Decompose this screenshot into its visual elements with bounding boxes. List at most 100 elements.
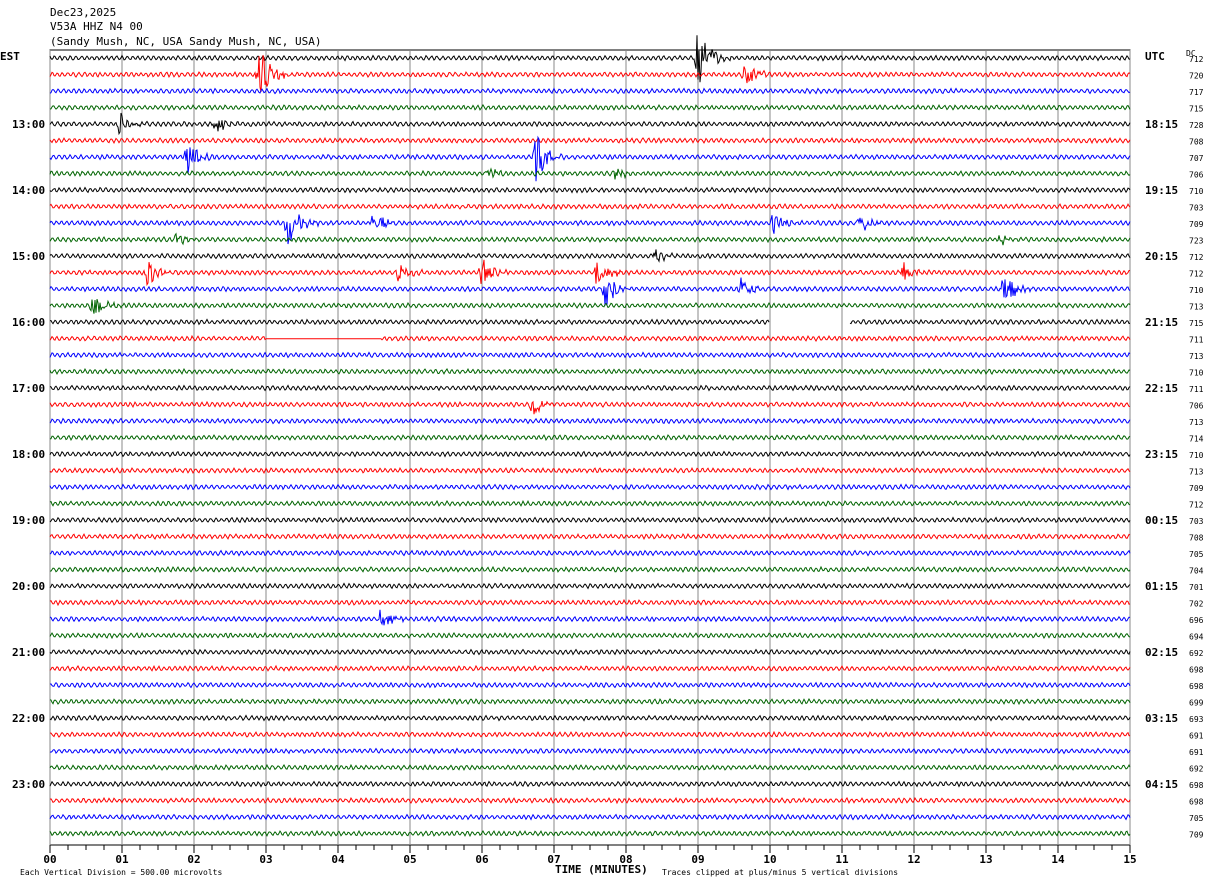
dc-offset-label: 712 bbox=[1189, 501, 1204, 510]
dc-offset-label: 715 bbox=[1189, 105, 1204, 114]
dc-offset-label: 703 bbox=[1189, 517, 1204, 526]
trace-9 bbox=[49, 202, 1131, 211]
trace-8 bbox=[49, 186, 1131, 194]
dc-offset-label: 728 bbox=[1189, 121, 1204, 130]
trace-22 bbox=[49, 417, 1131, 425]
trace-31 bbox=[49, 565, 1131, 574]
trace-5 bbox=[49, 137, 1131, 145]
right-hour-label: 04:15 bbox=[1145, 778, 1178, 791]
x-tick-label: 03 bbox=[259, 853, 272, 866]
x-tick-label: 04 bbox=[331, 853, 345, 866]
trace-28 bbox=[49, 516, 1131, 524]
left-hour-label: 14:00 bbox=[12, 184, 45, 197]
trace-29 bbox=[49, 532, 1131, 541]
x-tick-label: 02 bbox=[187, 853, 200, 866]
trace-39 bbox=[49, 697, 1131, 706]
trace-38 bbox=[49, 681, 1131, 689]
dc-offset-label: 704 bbox=[1189, 567, 1204, 576]
dc-offset-label: 692 bbox=[1189, 649, 1204, 658]
dc-offset-label: 706 bbox=[1189, 171, 1204, 180]
trace-18 bbox=[49, 351, 1131, 359]
trace-33 bbox=[49, 598, 1131, 607]
dc-offset-label: 692 bbox=[1189, 765, 1204, 774]
dc-offset-label: 710 bbox=[1189, 369, 1204, 378]
station-label: V53A HHZ N4 00 bbox=[50, 20, 143, 33]
dc-offset-label: 694 bbox=[1189, 633, 1204, 642]
x-tick-label: 06 bbox=[475, 853, 489, 866]
location-label: (Sandy Mush, NC, USA Sandy Mush, NC, USA… bbox=[50, 35, 322, 48]
trace-20 bbox=[49, 384, 1131, 392]
left-hour-label: 22:00 bbox=[12, 712, 45, 725]
x-tick-label: 12 bbox=[907, 853, 920, 866]
dc-offset-label: 698 bbox=[1189, 798, 1204, 807]
dc-offset-label: 714 bbox=[1189, 435, 1204, 444]
dc-offset-label: 699 bbox=[1189, 699, 1204, 708]
trace-45 bbox=[49, 796, 1131, 805]
trace-27 bbox=[49, 499, 1131, 508]
dc-offset-label: 723 bbox=[1189, 237, 1204, 246]
right-hour-label: 19:15 bbox=[1145, 184, 1178, 197]
right-hour-label: 18:15 bbox=[1145, 118, 1178, 131]
labels: 00 01 02 03 04 05 06 07 08 09 10 11 12 13 14 1571272071… bbox=[12, 55, 1204, 866]
trace-19 bbox=[49, 367, 1131, 375]
dc-offset-label: 691 bbox=[1189, 748, 1204, 757]
dc-offset-label: 705 bbox=[1189, 814, 1204, 823]
trace-7 bbox=[49, 167, 1131, 180]
trace-4 bbox=[49, 112, 1131, 136]
dc-offset-label: 712 bbox=[1189, 270, 1204, 279]
trace-26 bbox=[49, 483, 1131, 491]
right-hour-label: 22:15 bbox=[1145, 382, 1178, 395]
x-tick-label: 05 bbox=[403, 853, 416, 866]
left-hour-label: 18:00 bbox=[12, 448, 45, 461]
trace-12 bbox=[49, 249, 1131, 263]
trace-15 bbox=[49, 298, 1131, 314]
dc-offset-label: 710 bbox=[1189, 451, 1204, 460]
x-axis-label: TIME (MINUTES) bbox=[555, 863, 648, 876]
dc-offset-label: 701 bbox=[1189, 583, 1204, 592]
trace-34 bbox=[49, 609, 1131, 626]
trace-41 bbox=[49, 730, 1131, 739]
dc-offset-label: 712 bbox=[1189, 55, 1204, 64]
dc-offset-label: 705 bbox=[1189, 550, 1204, 559]
trace-32 bbox=[49, 582, 1131, 590]
scale-note: Each Vertical Division = 500.00 microvol… bbox=[20, 868, 222, 877]
trace-14 bbox=[49, 277, 1131, 306]
traces bbox=[49, 35, 1131, 838]
dc-offset-label: 707 bbox=[1189, 154, 1204, 163]
left-hour-label: 20:00 bbox=[12, 580, 45, 593]
x-tick-label: 11 bbox=[835, 853, 849, 866]
trace-3 bbox=[49, 103, 1131, 112]
trace-42 bbox=[49, 747, 1131, 755]
left-hour-label: 19:00 bbox=[12, 514, 45, 527]
dc-offset-label: 691 bbox=[1189, 732, 1204, 741]
dc-offset-label: 698 bbox=[1189, 666, 1204, 675]
trace-16 bbox=[49, 318, 1131, 326]
dc-offset-label: 708 bbox=[1189, 534, 1204, 543]
right-hour-label: 20:15 bbox=[1145, 250, 1178, 263]
dc-offset-label: 702 bbox=[1189, 600, 1204, 609]
trace-47 bbox=[49, 829, 1131, 838]
right-hour-label: 02:15 bbox=[1145, 646, 1178, 659]
clip-note: Traces clipped at plus/minus 5 vertical … bbox=[662, 868, 898, 877]
dc-offset-label: 720 bbox=[1189, 72, 1204, 81]
x-tick-label: 01 bbox=[115, 853, 129, 866]
trace-44 bbox=[49, 780, 1131, 788]
dc-offset-label: 711 bbox=[1189, 385, 1204, 394]
trace-40 bbox=[49, 714, 1131, 722]
dc-offset-label: 713 bbox=[1189, 352, 1204, 361]
left-hour-label: 21:00 bbox=[12, 646, 45, 659]
trace-21 bbox=[49, 400, 1131, 415]
dc-offset-label: 715 bbox=[1189, 319, 1204, 328]
dc-offset-label: 710 bbox=[1189, 187, 1204, 196]
trace-37 bbox=[49, 664, 1131, 673]
dc-offset-label: 703 bbox=[1189, 204, 1204, 213]
trace-35 bbox=[49, 631, 1131, 640]
dc-offset-label: 706 bbox=[1189, 402, 1204, 411]
dc-offset-label: 717 bbox=[1189, 88, 1204, 97]
left-hour-label: 13:00 bbox=[12, 118, 45, 131]
date-label: Dec23,2025 bbox=[50, 6, 116, 19]
dc-offset-label: 698 bbox=[1189, 682, 1204, 691]
trace-17 bbox=[49, 334, 1131, 343]
x-tick-label: 15 bbox=[1123, 853, 1136, 866]
x-tick-label: 00 bbox=[43, 853, 56, 866]
